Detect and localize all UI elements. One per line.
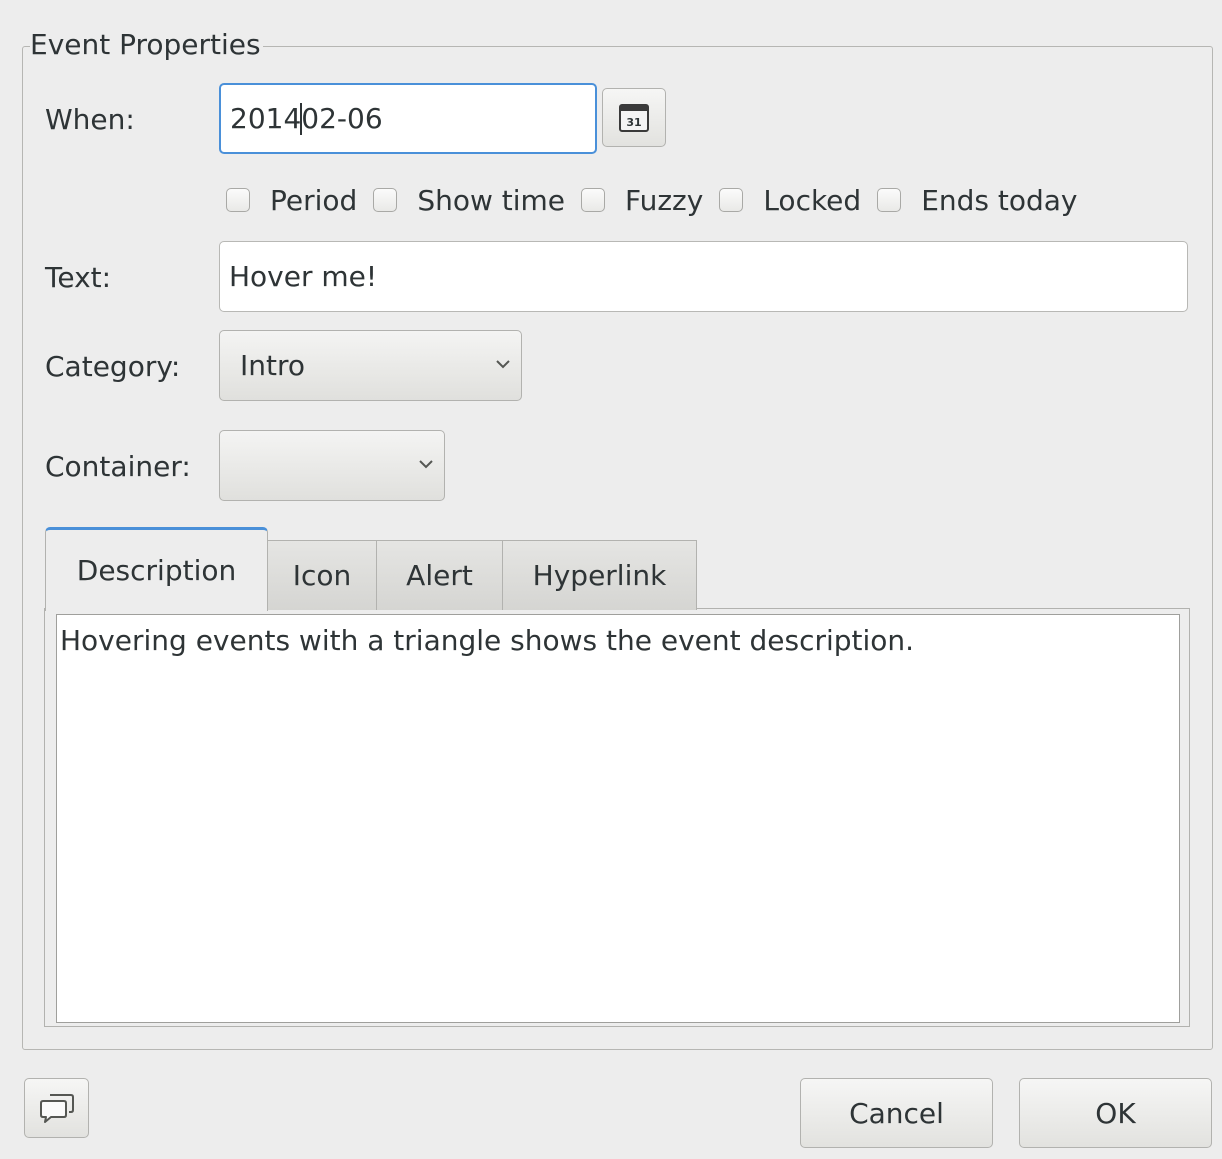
ends-today-checkbox-label: Ends today xyxy=(921,183,1078,217)
show-time-checkbox-label: Show time xyxy=(417,183,566,217)
chevron-down-icon xyxy=(496,359,510,368)
tab-hyperlink-label: Hyperlink xyxy=(532,559,667,592)
calendar-button[interactable]: 31 xyxy=(602,88,666,147)
tab-icon-label: Icon xyxy=(292,559,352,592)
chevron-down-icon xyxy=(419,459,433,468)
cancel-button[interactable]: Cancel xyxy=(800,1078,993,1148)
locked-checkbox[interactable]: Locked xyxy=(719,184,861,217)
description-text: Hovering events with a triangle shows th… xyxy=(60,624,915,657)
when-date-value-end: 02-06 xyxy=(301,101,383,135)
period-checkbox[interactable]: Period xyxy=(226,184,357,217)
category-selected-value: Intro xyxy=(240,349,306,382)
description-textarea[interactable]: Hovering events with a triangle shows th… xyxy=(56,614,1180,1023)
tab-alert-label: Alert xyxy=(406,559,473,592)
frame-title: Event Properties xyxy=(30,28,263,62)
calendar-icon: 31 xyxy=(619,103,649,132)
speech-bubbles-icon xyxy=(39,1094,74,1123)
locked-checkbox-box[interactable] xyxy=(719,188,744,212)
locked-checkbox-label: Locked xyxy=(763,183,862,217)
calendar-icon-day: 31 xyxy=(626,116,641,129)
feedback-button[interactable] xyxy=(24,1078,89,1138)
show-time-checkbox[interactable]: Show time xyxy=(373,184,565,217)
period-checkbox-label: Period xyxy=(270,183,358,217)
ok-button-label: OK xyxy=(1095,1096,1136,1130)
fuzzy-checkbox[interactable]: Fuzzy xyxy=(581,184,703,217)
when-date-value-start: 2014 xyxy=(230,101,302,135)
period-checkbox-box[interactable] xyxy=(226,188,250,212)
when-date-input[interactable]: 2014 02-06 xyxy=(219,83,597,154)
category-dropdown[interactable]: Intro xyxy=(219,330,522,401)
cancel-button-label: Cancel xyxy=(849,1096,944,1130)
ends-today-checkbox-box[interactable] xyxy=(877,188,902,212)
category-label: Category: xyxy=(45,350,181,383)
tab-icon[interactable]: Icon xyxy=(267,540,377,610)
fuzzy-checkbox-label: Fuzzy xyxy=(625,183,704,217)
ok-button[interactable]: OK xyxy=(1019,1078,1212,1148)
container-label: Container: xyxy=(45,450,191,483)
when-label: When: xyxy=(45,103,135,136)
text-input-value: Hover me! xyxy=(229,259,378,293)
fuzzy-checkbox-box[interactable] xyxy=(581,188,606,212)
options-row: Period Show time Fuzzy Locked Ends today xyxy=(226,182,1078,218)
tab-hyperlink[interactable]: Hyperlink xyxy=(502,540,697,610)
tab-alert[interactable]: Alert xyxy=(376,540,503,610)
show-time-checkbox-box[interactable] xyxy=(373,188,398,212)
ends-today-checkbox[interactable]: Ends today xyxy=(877,183,1078,217)
tab-description-label: Description xyxy=(76,554,237,587)
container-dropdown[interactable] xyxy=(219,430,445,501)
text-input[interactable]: Hover me! xyxy=(219,241,1188,312)
text-label: Text: xyxy=(45,261,112,294)
tab-description[interactable]: Description xyxy=(45,527,268,611)
